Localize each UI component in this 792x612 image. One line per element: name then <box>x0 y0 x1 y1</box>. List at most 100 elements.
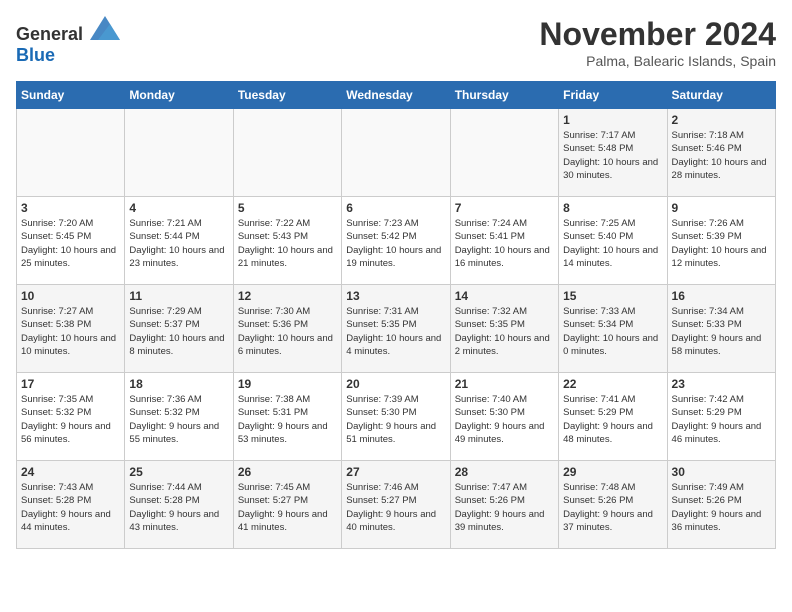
calendar-cell: 20 Sunrise: 7:39 AM Sunset: 5:30 PM Dayli… <box>342 373 450 461</box>
calendar-cell: 11 Sunrise: 7:29 AM Sunset: 5:37 PM Dayli… <box>125 285 233 373</box>
day-number: 29 <box>563 465 662 479</box>
header-sunday: Sunday <box>17 82 125 109</box>
calendar-cell: 16 Sunrise: 7:34 AM Sunset: 5:33 PM Dayli… <box>667 285 775 373</box>
day-number: 17 <box>21 377 120 391</box>
day-number: 23 <box>672 377 771 391</box>
day-number: 14 <box>455 289 554 303</box>
day-number: 10 <box>21 289 120 303</box>
calendar-cell: 24 Sunrise: 7:43 AM Sunset: 5:28 PM Dayli… <box>17 461 125 549</box>
day-number: 2 <box>672 113 771 127</box>
calendar-cell: 27 Sunrise: 7:46 AM Sunset: 5:27 PM Dayli… <box>342 461 450 549</box>
calendar-cell: 13 Sunrise: 7:31 AM Sunset: 5:35 PM Dayli… <box>342 285 450 373</box>
day-info: Sunrise: 7:46 AM Sunset: 5:27 PM Dayligh… <box>346 481 445 534</box>
day-info: Sunrise: 7:24 AM Sunset: 5:41 PM Dayligh… <box>455 217 554 270</box>
header-wednesday: Wednesday <box>342 82 450 109</box>
day-info: Sunrise: 7:48 AM Sunset: 5:26 PM Dayligh… <box>563 481 662 534</box>
calendar-table: SundayMondayTuesdayWednesdayThursdayFrid… <box>16 81 776 549</box>
day-info: Sunrise: 7:22 AM Sunset: 5:43 PM Dayligh… <box>238 217 337 270</box>
calendar-cell: 17Sunrise: 7:35 AM Sunset: 5:32 PM Dayli… <box>17 373 125 461</box>
header-monday: Monday <box>125 82 233 109</box>
day-info: Sunrise: 7:38 AM Sunset: 5:31 PM Dayligh… <box>238 393 337 446</box>
day-number: 11 <box>129 289 228 303</box>
calendar-cell: 26 Sunrise: 7:45 AM Sunset: 5:27 PM Dayli… <box>233 461 341 549</box>
day-number: 24 <box>21 465 120 479</box>
week-row-3: 17Sunrise: 7:35 AM Sunset: 5:32 PM Dayli… <box>17 373 776 461</box>
logo: General Blue <box>16 16 120 66</box>
day-number: 22 <box>563 377 662 391</box>
calendar-cell <box>342 109 450 197</box>
day-number: 26 <box>238 465 337 479</box>
header-thursday: Thursday <box>450 82 558 109</box>
day-info: Sunrise: 7:29 AM Sunset: 5:37 PM Dayligh… <box>129 305 228 358</box>
day-info: Sunrise: 7:32 AM Sunset: 5:35 PM Dayligh… <box>455 305 554 358</box>
day-number: 7 <box>455 201 554 215</box>
day-number: 13 <box>346 289 445 303</box>
calendar-header-row: SundayMondayTuesdayWednesdayThursdayFrid… <box>17 82 776 109</box>
logo-text: General Blue <box>16 16 120 66</box>
day-info: Sunrise: 7:34 AM Sunset: 5:33 PM Dayligh… <box>672 305 771 358</box>
day-number: 20 <box>346 377 445 391</box>
week-row-2: 10 Sunrise: 7:27 AM Sunset: 5:38 PM Dayli… <box>17 285 776 373</box>
header-saturday: Saturday <box>667 82 775 109</box>
header-friday: Friday <box>559 82 667 109</box>
day-info: Sunrise: 7:17 AM Sunset: 5:48 PM Dayligh… <box>563 129 662 182</box>
day-number: 9 <box>672 201 771 215</box>
logo-general: General <box>16 24 83 44</box>
day-info: Sunrise: 7:42 AM Sunset: 5:29 PM Dayligh… <box>672 393 771 446</box>
calendar-cell: 25 Sunrise: 7:44 AM Sunset: 5:28 PM Dayli… <box>125 461 233 549</box>
calendar-cell: 2Sunrise: 7:18 AM Sunset: 5:46 PM Daylig… <box>667 109 775 197</box>
day-info: Sunrise: 7:49 AM Sunset: 5:26 PM Dayligh… <box>672 481 771 534</box>
day-info: Sunrise: 7:45 AM Sunset: 5:27 PM Dayligh… <box>238 481 337 534</box>
day-info: Sunrise: 7:43 AM Sunset: 5:28 PM Dayligh… <box>21 481 120 534</box>
calendar-cell: 22Sunrise: 7:41 AM Sunset: 5:29 PM Dayli… <box>559 373 667 461</box>
day-number: 28 <box>455 465 554 479</box>
week-row-1: 3 Sunrise: 7:20 AM Sunset: 5:45 PM Daylig… <box>17 197 776 285</box>
day-info: Sunrise: 7:25 AM Sunset: 5:40 PM Dayligh… <box>563 217 662 270</box>
logo-icon <box>90 16 120 40</box>
day-number: 12 <box>238 289 337 303</box>
day-number: 25 <box>129 465 228 479</box>
calendar-cell <box>450 109 558 197</box>
header-tuesday: Tuesday <box>233 82 341 109</box>
day-number: 15 <box>563 289 662 303</box>
location: Palma, Balearic Islands, Spain <box>539 53 776 69</box>
day-info: Sunrise: 7:27 AM Sunset: 5:38 PM Dayligh… <box>21 305 120 358</box>
page-header: General Blue November 2024 Palma, Balear… <box>16 16 776 69</box>
day-number: 5 <box>238 201 337 215</box>
title-section: November 2024 Palma, Balearic Islands, S… <box>539 16 776 69</box>
calendar-cell <box>17 109 125 197</box>
day-number: 30 <box>672 465 771 479</box>
day-info: Sunrise: 7:26 AM Sunset: 5:39 PM Dayligh… <box>672 217 771 270</box>
day-number: 16 <box>672 289 771 303</box>
calendar-cell: 8 Sunrise: 7:25 AM Sunset: 5:40 PM Daylig… <box>559 197 667 285</box>
day-info: Sunrise: 7:30 AM Sunset: 5:36 PM Dayligh… <box>238 305 337 358</box>
day-info: Sunrise: 7:23 AM Sunset: 5:42 PM Dayligh… <box>346 217 445 270</box>
calendar-cell: 1 Sunrise: 7:17 AM Sunset: 5:48 PM Daylig… <box>559 109 667 197</box>
calendar-cell: 18Sunrise: 7:36 AM Sunset: 5:32 PM Dayli… <box>125 373 233 461</box>
day-info: Sunrise: 7:33 AM Sunset: 5:34 PM Dayligh… <box>563 305 662 358</box>
calendar-cell: 21 Sunrise: 7:40 AM Sunset: 5:30 PM Dayli… <box>450 373 558 461</box>
day-info: Sunrise: 7:44 AM Sunset: 5:28 PM Dayligh… <box>129 481 228 534</box>
day-info: Sunrise: 7:36 AM Sunset: 5:32 PM Dayligh… <box>129 393 228 446</box>
day-info: Sunrise: 7:31 AM Sunset: 5:35 PM Dayligh… <box>346 305 445 358</box>
calendar-cell <box>233 109 341 197</box>
day-number: 3 <box>21 201 120 215</box>
calendar-cell: 14 Sunrise: 7:32 AM Sunset: 5:35 PM Dayli… <box>450 285 558 373</box>
day-info: Sunrise: 7:39 AM Sunset: 5:30 PM Dayligh… <box>346 393 445 446</box>
calendar-cell: 19 Sunrise: 7:38 AM Sunset: 5:31 PM Dayli… <box>233 373 341 461</box>
day-info: Sunrise: 7:20 AM Sunset: 5:45 PM Dayligh… <box>21 217 120 270</box>
calendar-cell: 10 Sunrise: 7:27 AM Sunset: 5:38 PM Dayli… <box>17 285 125 373</box>
month-title: November 2024 <box>539 16 776 53</box>
day-info: Sunrise: 7:21 AM Sunset: 5:44 PM Dayligh… <box>129 217 228 270</box>
calendar-cell: 9 Sunrise: 7:26 AM Sunset: 5:39 PM Daylig… <box>667 197 775 285</box>
day-number: 8 <box>563 201 662 215</box>
day-number: 21 <box>455 377 554 391</box>
logo-blue: Blue <box>16 45 55 65</box>
day-number: 27 <box>346 465 445 479</box>
calendar-cell: 23 Sunrise: 7:42 AM Sunset: 5:29 PM Dayli… <box>667 373 775 461</box>
day-number: 1 <box>563 113 662 127</box>
day-number: 6 <box>346 201 445 215</box>
day-number: 19 <box>238 377 337 391</box>
week-row-4: 24 Sunrise: 7:43 AM Sunset: 5:28 PM Dayli… <box>17 461 776 549</box>
day-info: Sunrise: 7:40 AM Sunset: 5:30 PM Dayligh… <box>455 393 554 446</box>
